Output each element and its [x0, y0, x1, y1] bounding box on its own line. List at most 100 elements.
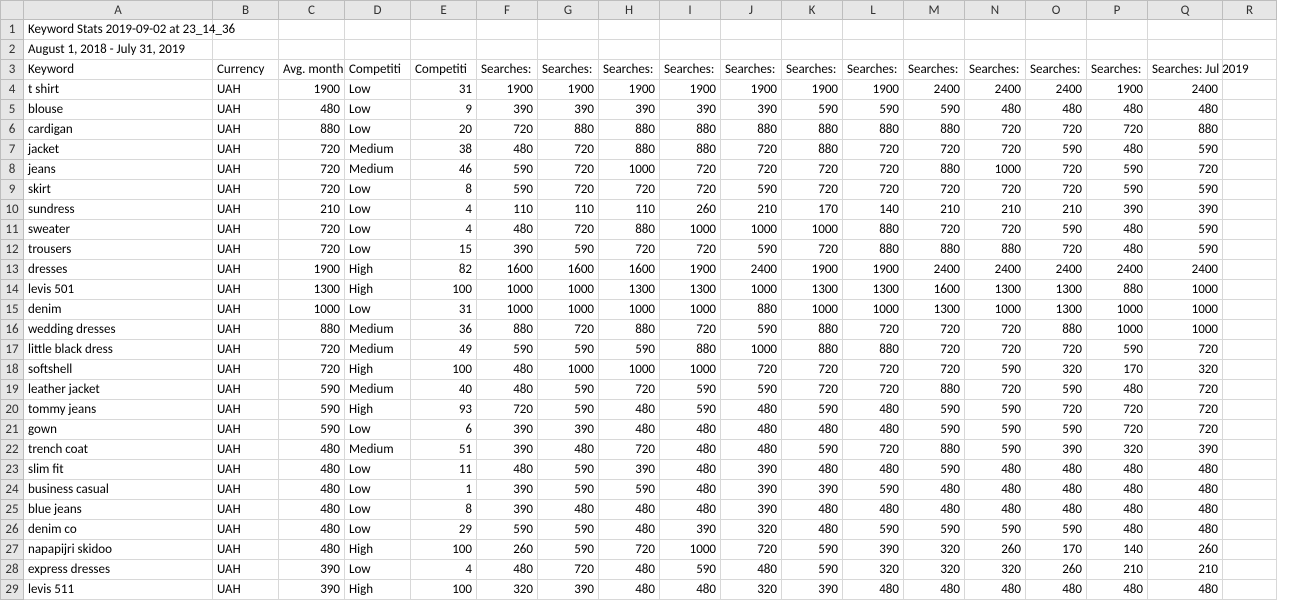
searches-cell[interactable]: 1900 [721, 80, 782, 100]
searches-cell[interactable]: 1300 [843, 280, 904, 300]
searches-cell[interactable]: 880 [904, 440, 965, 460]
searches-cell[interactable]: 880 [782, 340, 843, 360]
row-header[interactable]: 10 [0, 200, 24, 220]
searches-cell[interactable]: 720 [538, 560, 599, 580]
column-header[interactable]: R [1223, 0, 1277, 20]
row-header[interactable]: 6 [0, 120, 24, 140]
competition-index-cell[interactable]: 36 [411, 320, 477, 340]
searches-cell[interactable]: 480 [538, 500, 599, 520]
searches-cell[interactable]: 880 [843, 220, 904, 240]
searches-cell[interactable]: 480 [599, 520, 660, 540]
competition-cell[interactable]: Medium [345, 320, 411, 340]
searches-cell[interactable]: 1000 [538, 360, 599, 380]
searches-cell[interactable]: 1600 [599, 260, 660, 280]
searches-cell[interactable]: 720 [721, 140, 782, 160]
searches-cell[interactable]: 390 [721, 460, 782, 480]
searches-cell[interactable]: 480 [599, 580, 660, 600]
competition-index-cell[interactable]: 4 [411, 560, 477, 580]
searches-cell[interactable]: 110 [599, 200, 660, 220]
column-header[interactable]: I [660, 0, 721, 20]
searches-cell[interactable]: 880 [660, 340, 721, 360]
currency-cell[interactable]: UAH [213, 540, 279, 560]
searches-cell[interactable]: 590 [538, 520, 599, 540]
row-header[interactable]: 12 [0, 240, 24, 260]
searches-cell[interactable]: 320 [904, 540, 965, 560]
searches-cell[interactable]: 480 [843, 500, 904, 520]
competition-cell[interactable]: Low [345, 240, 411, 260]
searches-cell[interactable]: 480 [1087, 480, 1148, 500]
searches-cell[interactable]: 1000 [843, 300, 904, 320]
searches-cell[interactable]: 390 [1148, 200, 1223, 220]
searches-cell[interactable]: 720 [599, 380, 660, 400]
searches-cell[interactable]: 720 [1026, 400, 1087, 420]
searches-cell[interactable]: 480 [843, 460, 904, 480]
searches-cell[interactable]: 590 [538, 540, 599, 560]
searches-cell[interactable]: 590 [1148, 220, 1223, 240]
empty-cell[interactable] [213, 40, 279, 60]
currency-cell[interactable]: UAH [213, 320, 279, 340]
competition-cell[interactable]: Low [345, 100, 411, 120]
column-header[interactable]: H [599, 0, 660, 20]
competition-index-cell[interactable]: 29 [411, 520, 477, 540]
searches-cell[interactable]: 1000 [721, 340, 782, 360]
empty-cell[interactable] [721, 40, 782, 60]
searches-cell[interactable]: 590 [1087, 340, 1148, 360]
avg-cell[interactable]: 480 [279, 540, 345, 560]
competition-cell[interactable]: Medium [345, 440, 411, 460]
searches-cell[interactable]: 590 [782, 540, 843, 560]
searches-cell[interactable]: 720 [538, 160, 599, 180]
empty-cell[interactable] [1223, 540, 1277, 560]
empty-cell[interactable] [1223, 220, 1277, 240]
competition-index-cell[interactable]: 1 [411, 480, 477, 500]
competition-cell[interactable]: Low [345, 460, 411, 480]
searches-cell[interactable]: 1000 [1148, 320, 1223, 340]
empty-cell[interactable] [904, 40, 965, 60]
avg-cell[interactable]: 720 [279, 340, 345, 360]
searches-cell[interactable]: 390 [538, 100, 599, 120]
competition-index-cell[interactable]: 100 [411, 540, 477, 560]
searches-cell[interactable]: 590 [660, 400, 721, 420]
empty-cell[interactable] [477, 20, 538, 40]
keyword-cell[interactable]: blouse [24, 100, 213, 120]
keyword-cell[interactable]: skirt [24, 180, 213, 200]
searches-cell[interactable]: 590 [1026, 420, 1087, 440]
empty-cell[interactable] [1223, 180, 1277, 200]
empty-cell[interactable] [1223, 80, 1277, 100]
searches-cell[interactable]: 480 [965, 580, 1026, 600]
searches-cell[interactable]: 720 [843, 140, 904, 160]
searches-cell[interactable]: 880 [660, 140, 721, 160]
searches-cell[interactable]: 720 [965, 380, 1026, 400]
searches-cell[interactable]: 590 [1148, 240, 1223, 260]
empty-cell[interactable] [599, 40, 660, 60]
searches-cell[interactable]: 480 [477, 140, 538, 160]
searches-cell[interactable]: 480 [1148, 460, 1223, 480]
empty-cell[interactable] [279, 40, 345, 60]
keyword-cell[interactable]: levis 511 [24, 580, 213, 600]
searches-cell[interactable]: 590 [538, 240, 599, 260]
avg-cell[interactable]: 1900 [279, 80, 345, 100]
row-header[interactable]: 28 [0, 560, 24, 580]
searches-cell[interactable]: 320 [965, 560, 1026, 580]
searches-cell[interactable]: 590 [965, 360, 1026, 380]
searches-cell[interactable]: 590 [477, 520, 538, 540]
searches-cell[interactable]: 480 [965, 500, 1026, 520]
searches-cell[interactable]: 590 [1148, 140, 1223, 160]
empty-cell[interactable] [1026, 40, 1087, 60]
searches-cell[interactable]: 390 [1026, 440, 1087, 460]
row-header[interactable]: 20 [0, 400, 24, 420]
empty-cell[interactable] [1223, 120, 1277, 140]
searches-cell[interactable]: 2400 [721, 260, 782, 280]
searches-cell[interactable]: 1000 [1087, 320, 1148, 340]
searches-cell[interactable]: 590 [477, 180, 538, 200]
searches-cell[interactable]: 110 [477, 200, 538, 220]
column-header[interactable]: Q [1148, 0, 1223, 20]
currency-cell[interactable]: UAH [213, 580, 279, 600]
row-header[interactable]: 24 [0, 480, 24, 500]
column-header[interactable]: E [411, 0, 477, 20]
searches-cell[interactable]: 720 [660, 180, 721, 200]
competition-index-cell[interactable]: 6 [411, 420, 477, 440]
daterange-cell[interactable]: August 1, 2018 - July 31, 2019 [24, 40, 213, 60]
row-header[interactable]: 18 [0, 360, 24, 380]
corner-select-all[interactable] [0, 0, 24, 20]
empty-cell[interactable] [965, 20, 1026, 40]
